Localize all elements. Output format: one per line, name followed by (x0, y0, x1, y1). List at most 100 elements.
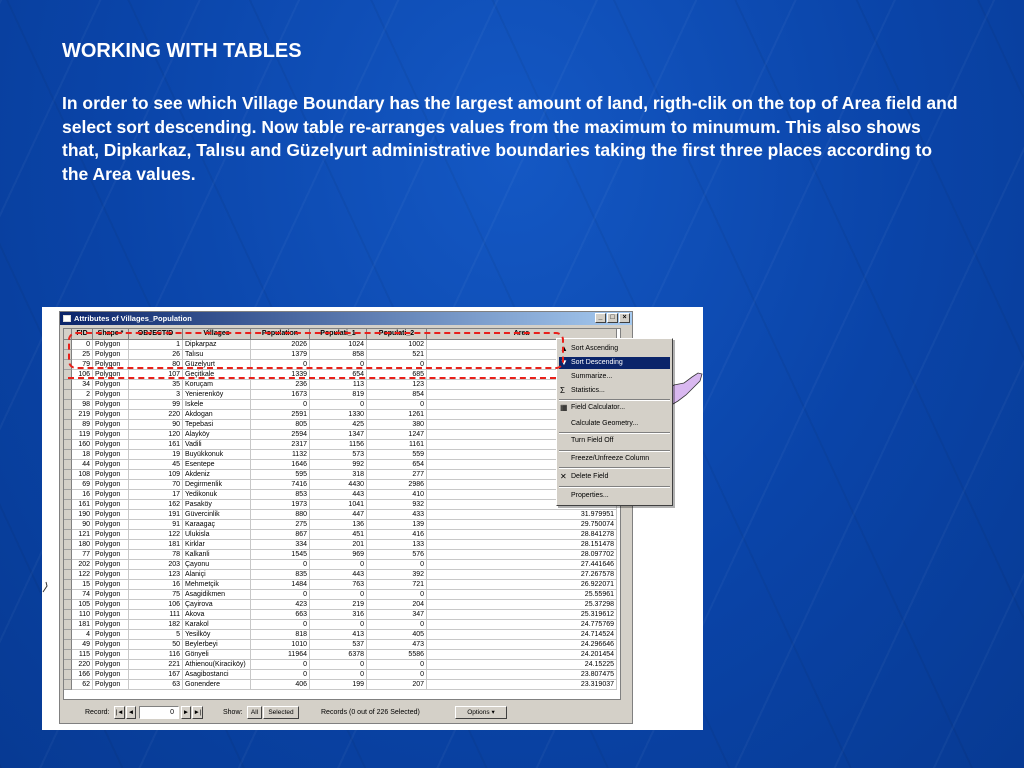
table-cell[interactable]: 818 (251, 630, 310, 640)
table-cell[interactable]: Ulukisla (183, 530, 251, 540)
row-selector[interactable] (64, 440, 72, 450)
row-selector[interactable] (64, 580, 72, 590)
column-header[interactable]: OBJECTID (129, 329, 183, 340)
table-cell[interactable]: 443 (310, 570, 367, 580)
table-cell[interactable]: Iskele (183, 400, 251, 410)
row-selector[interactable] (64, 340, 72, 350)
table-cell[interactable]: 1161 (367, 440, 427, 450)
table-cell[interactable]: 521 (367, 350, 427, 360)
table-cell[interactable]: 106 (129, 600, 183, 610)
table-cell[interactable]: 880 (251, 510, 310, 520)
table-cell[interactable]: 6378 (310, 650, 367, 660)
table-cell[interactable]: 1973 (251, 500, 310, 510)
table-cell[interactable]: 576 (367, 550, 427, 560)
table-cell[interactable]: Polygon (93, 540, 129, 550)
table-cell[interactable]: 4 (72, 630, 93, 640)
table-cell[interactable]: 113 (310, 380, 367, 390)
table-cell[interactable]: 423 (251, 600, 310, 610)
table-cell[interactable]: 115 (72, 650, 93, 660)
column-header[interactable]: Shape * (93, 329, 129, 340)
table-cell[interactable]: 2026 (251, 340, 310, 350)
table-cell[interactable]: 2594 (251, 430, 310, 440)
table-cell[interactable]: 108 (72, 470, 93, 480)
table-cell[interactable]: 90 (129, 420, 183, 430)
row-selector[interactable] (64, 660, 72, 670)
table-cell[interactable]: 109 (129, 470, 183, 480)
table-cell[interactable]: 969 (310, 550, 367, 560)
table-cell[interactable]: 34 (72, 380, 93, 390)
table-cell[interactable]: 0 (367, 670, 427, 680)
column-header[interactable]: Villages (183, 329, 251, 340)
table-cell[interactable]: 91 (129, 520, 183, 530)
table-cell[interactable]: 18 (72, 450, 93, 460)
table-cell[interactable]: Polygon (93, 640, 129, 650)
table-cell[interactable]: Karaagaç (183, 520, 251, 530)
table-cell[interactable]: Polygon (93, 360, 129, 370)
table-cell[interactable]: Tepebasi (183, 420, 251, 430)
table-cell[interactable]: 3 (129, 390, 183, 400)
table-cell[interactable]: 26.922071 (427, 580, 617, 590)
table-cell[interactable]: 1545 (251, 550, 310, 560)
table-cell[interactable]: Polygon (93, 390, 129, 400)
table-cell[interactable]: 50 (129, 640, 183, 650)
table-cell[interactable]: 0 (310, 560, 367, 570)
row-selector[interactable] (64, 540, 72, 550)
table-cell[interactable]: 162 (129, 500, 183, 510)
table-cell[interactable]: Degirmenlik (183, 480, 251, 490)
table-cell[interactable]: Vadili (183, 440, 251, 450)
table-cell[interactable]: 160 (72, 440, 93, 450)
row-selector[interactable] (64, 420, 72, 430)
table-cell[interactable]: 0 (251, 360, 310, 370)
table-cell[interactable]: 49 (72, 640, 93, 650)
last-record-button[interactable]: ►| (192, 706, 203, 719)
table-cell[interactable]: Çayonu (183, 560, 251, 570)
table-cell[interactable]: 1002 (367, 340, 427, 350)
table-cell[interactable]: 1347 (310, 430, 367, 440)
table-cell[interactable]: 425 (310, 420, 367, 430)
table-cell[interactable]: 537 (310, 640, 367, 650)
row-selector[interactable] (64, 650, 72, 660)
menu-item[interactable]: Σ Statistics... (559, 385, 670, 397)
table-cell[interactable]: 121 (72, 530, 93, 540)
table-cell[interactable]: 79 (72, 360, 93, 370)
table-cell[interactable]: 5 (129, 630, 183, 640)
table-cell[interactable]: 1010 (251, 640, 310, 650)
table-cell[interactable]: Polygon (93, 680, 129, 690)
table-cell[interactable]: Polygon (93, 620, 129, 630)
table-cell[interactable]: Polygon (93, 380, 129, 390)
table-cell[interactable]: 123 (367, 380, 427, 390)
table-cell[interactable]: 559 (367, 450, 427, 460)
table-cell[interactable]: 573 (310, 450, 367, 460)
table-cell[interactable]: 25.319612 (427, 610, 617, 620)
row-selector[interactable] (64, 640, 72, 650)
table-cell[interactable]: 0 (310, 590, 367, 600)
table-cell[interactable]: 854 (367, 390, 427, 400)
table-cell[interactable]: 1156 (310, 440, 367, 450)
table-cell[interactable]: 2317 (251, 440, 310, 450)
row-selector[interactable] (64, 390, 72, 400)
table-cell[interactable]: 220 (129, 410, 183, 420)
column-header[interactable]: Populati_1 (310, 329, 367, 340)
table-cell[interactable]: 0 (310, 620, 367, 630)
menu-item[interactable]: ▲ Sort Ascending (559, 343, 670, 355)
table-cell[interactable]: 0 (367, 400, 427, 410)
table-cell[interactable]: Polygon (93, 530, 129, 540)
record-input[interactable]: 0 (139, 706, 179, 719)
next-record-button[interactable]: ► (181, 706, 191, 719)
table-cell[interactable]: 220 (72, 660, 93, 670)
row-selector[interactable] (64, 460, 72, 470)
table-cell[interactable]: 7416 (251, 480, 310, 490)
row-selector[interactable] (64, 630, 72, 640)
table-cell[interactable]: 116 (129, 650, 183, 660)
table-cell[interactable]: 316 (310, 610, 367, 620)
table-cell[interactable]: 2986 (367, 480, 427, 490)
table-cell[interactable]: 932 (367, 500, 427, 510)
table-cell[interactable]: 1247 (367, 430, 427, 440)
table-cell[interactable]: 181 (72, 620, 93, 630)
table-cell[interactable]: 90 (72, 520, 93, 530)
table-cell[interactable]: 835 (251, 570, 310, 580)
table-cell[interactable]: Buyükkonuk (183, 450, 251, 460)
table-cell[interactable]: Polygon (93, 590, 129, 600)
table-cell[interactable]: 275 (251, 520, 310, 530)
table-cell[interactable]: 805 (251, 420, 310, 430)
